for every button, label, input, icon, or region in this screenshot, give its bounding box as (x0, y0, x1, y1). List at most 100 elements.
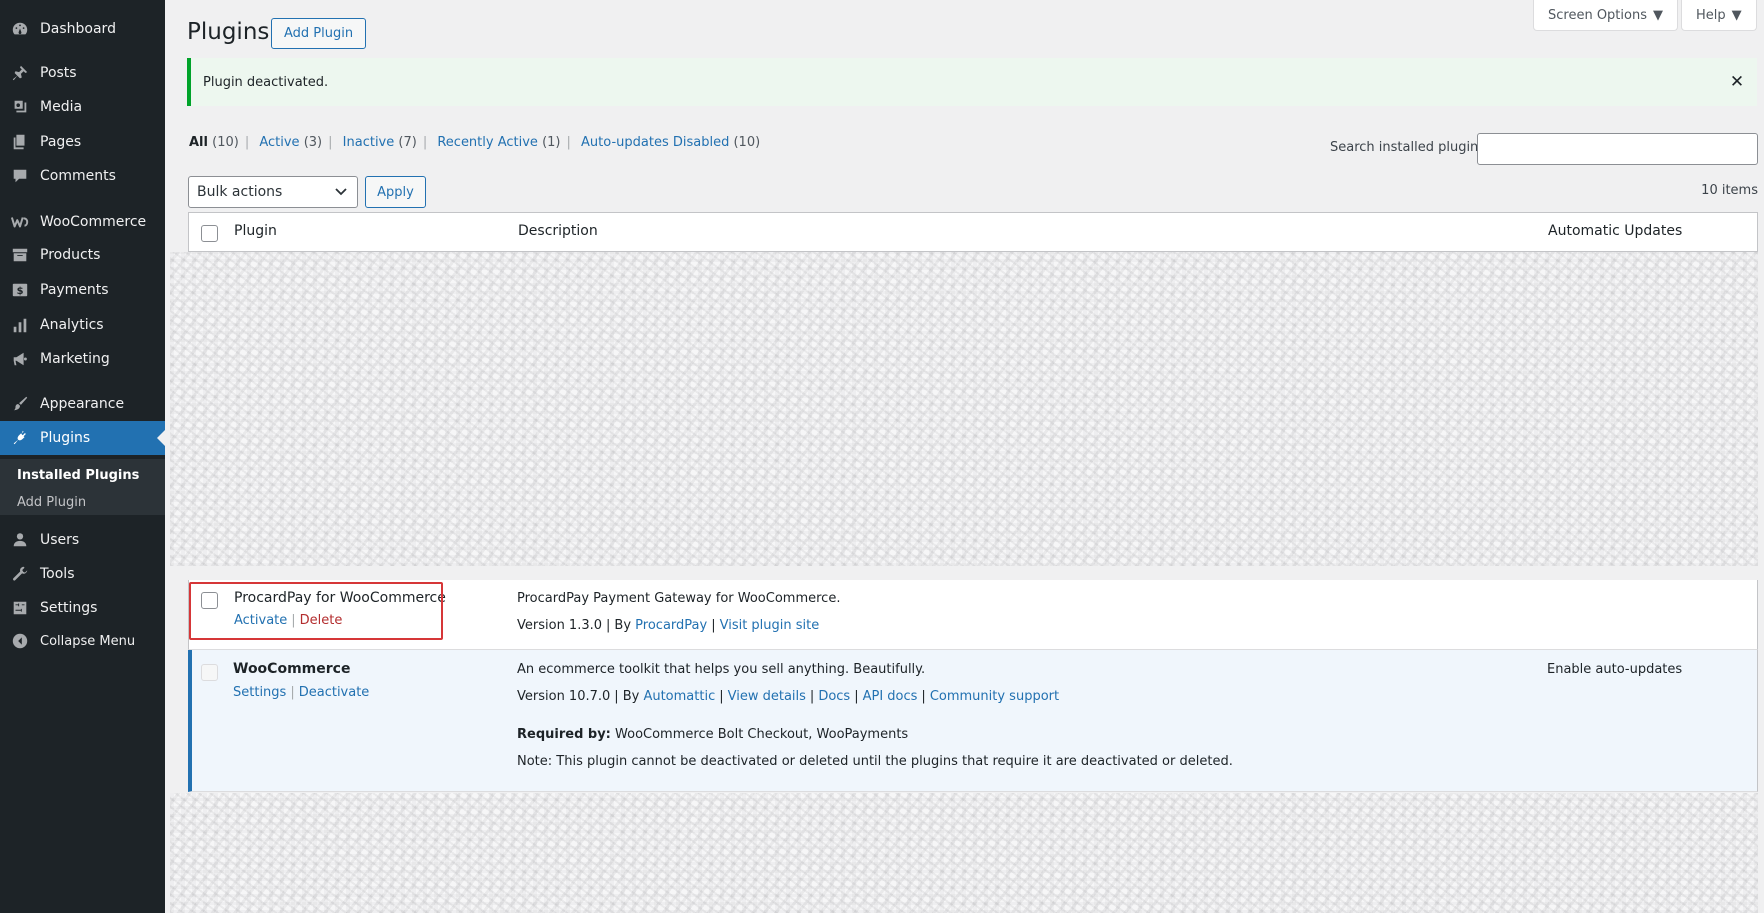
view-details-link[interactable]: View details (728, 689, 806, 704)
dependency-note: Note: This plugin cannot be deactivated … (517, 754, 1233, 769)
sidebar-item-comments[interactable]: Comments (0, 159, 165, 193)
pages-icon (0, 133, 40, 151)
bar-chart-icon (0, 316, 40, 334)
filter-count: (1) (542, 135, 561, 150)
filter-separator: | (422, 135, 428, 150)
collapse-menu-button[interactable]: Collapse Menu (0, 624, 165, 658)
version: Version 1.3.0 (517, 618, 603, 633)
help-button[interactable]: Help ▼ (1681, 0, 1757, 31)
dashboard-icon (0, 20, 40, 38)
pin-icon (0, 64, 40, 82)
plugin-description: ProcardPay Payment Gateway for WooCommer… (517, 591, 841, 606)
author-link[interactable]: Automattic (643, 689, 715, 704)
separator: | (614, 689, 619, 704)
community-support-link[interactable]: Community support (930, 689, 1059, 704)
select-all-checkbox[interactable] (201, 225, 218, 242)
sidebar-item-label: Tools (40, 566, 75, 582)
sidebar-item-label: Products (40, 247, 101, 263)
sidebar-item-label: Comments (40, 168, 116, 184)
activate-link[interactable]: Activate (234, 613, 287, 628)
sidebar-item-settings[interactable]: Settings (0, 591, 165, 625)
success-notice: Plugin deactivated. ✕ (187, 58, 1757, 106)
caret-down-icon: ▼ (1653, 7, 1663, 23)
notice-text: Plugin deactivated. (203, 74, 329, 90)
plugins-table-header: Plugin Description Automatic Updates (188, 212, 1758, 252)
sidebar-item-label: Settings (40, 600, 98, 616)
sliders-icon (0, 599, 40, 617)
caret-down-icon: ▼ (1731, 7, 1742, 23)
sidebar-item-woocommerce[interactable]: WooCommerce (0, 205, 165, 239)
comment-icon (0, 167, 40, 185)
filter-auto-updates-disabled[interactable]: Auto-updates Disabled (581, 135, 729, 150)
row-checkbox-disabled (201, 664, 218, 681)
user-icon (0, 531, 40, 549)
deactivate-link[interactable]: Deactivate (299, 685, 370, 700)
enable-auto-updates-link[interactable]: Enable auto-updates (1547, 662, 1682, 677)
filter-recently-active[interactable]: Recently Active (437, 135, 538, 150)
submenu-add-plugin[interactable]: Add Plugin (17, 495, 86, 510)
obscured-plugin-rows (170, 793, 1758, 913)
svg-text:$: $ (17, 286, 24, 297)
filter-separator: | (244, 135, 250, 150)
sidebar-item-products[interactable]: Products (0, 238, 165, 272)
separator: | (854, 689, 859, 704)
separator: | (606, 618, 611, 633)
media-icon (0, 98, 40, 116)
sidebar-item-marketing[interactable]: Marketing (0, 342, 165, 376)
column-automatic-updates: Automatic Updates (1548, 223, 1683, 239)
filter-separator: | (566, 135, 571, 150)
sidebar-item-appearance[interactable]: Appearance (0, 387, 165, 421)
table-row: WooCommerce Settings | Deactivate An ecomm… (188, 650, 1758, 792)
collapse-arrow-icon (0, 632, 40, 650)
sidebar-item-tools[interactable]: Tools (0, 557, 165, 591)
archive-icon (0, 246, 40, 264)
separator: | (719, 689, 724, 704)
separator: | (291, 613, 296, 628)
sidebar-item-media[interactable]: Media (0, 90, 165, 124)
brush-icon (0, 395, 40, 413)
plugin-version-author: Version 1.3.0 | By ProcardPay | Visit plugin… (517, 618, 819, 633)
sidebar-item-pages[interactable]: Pages (0, 125, 165, 159)
search-plugins-input[interactable] (1477, 133, 1758, 165)
by-label: By (622, 689, 640, 704)
sidebar-item-plugins[interactable]: Plugins (0, 421, 165, 455)
docs-link[interactable]: Docs (818, 689, 850, 704)
sidebar-item-payments[interactable]: $ Payments (0, 273, 165, 307)
sidebar-item-analytics[interactable]: Analytics (0, 308, 165, 342)
filter-all[interactable]: All (189, 135, 208, 150)
filter-count: (10) (733, 135, 761, 150)
author-link[interactable]: ProcardPay (635, 618, 707, 633)
plug-icon (0, 429, 40, 447)
filter-separator: | (328, 135, 333, 150)
add-plugin-button[interactable]: Add Plugin (271, 18, 367, 49)
delete-link[interactable]: Delete (300, 613, 343, 628)
sidebar-item-users[interactable]: Users (0, 523, 165, 557)
submenu-installed-plugins[interactable]: Installed Plugins (17, 468, 139, 483)
separator: | (290, 685, 295, 700)
sidebar-item-dashboard[interactable]: Dashboard (0, 12, 165, 46)
row-actions: Activate | Delete (234, 613, 342, 628)
api-docs-link[interactable]: API docs (863, 689, 918, 704)
close-icon[interactable]: ✕ (1727, 72, 1747, 92)
required-by: Required by: WooCommerce Bolt Checkout, … (517, 727, 908, 742)
obscured-plugin-rows (170, 252, 1758, 566)
sidebar-item-label: WooCommerce (40, 214, 147, 230)
plugins-submenu: Installed Plugins Add Plugin (0, 459, 165, 515)
sidebar-item-label: Payments (40, 282, 109, 298)
chevron-down-icon (335, 188, 347, 196)
row-checkbox[interactable] (201, 592, 218, 609)
dollar-icon: $ (0, 281, 40, 299)
sidebar-item-posts[interactable]: Posts (0, 56, 165, 90)
plugin-status-filters: All (10) | Active (3) | Inactive (7) | Rece… (189, 135, 760, 150)
filter-active[interactable]: Active (259, 135, 299, 150)
plugin-name: WooCommerce (233, 661, 351, 677)
wrench-icon (0, 565, 40, 583)
separator: | (809, 689, 815, 704)
settings-link[interactable]: Settings (233, 685, 286, 700)
bulk-actions-select[interactable]: Bulk actions (188, 176, 358, 208)
apply-button[interactable]: Apply (365, 176, 426, 208)
column-description: Description (518, 223, 598, 239)
visit-plugin-site-link[interactable]: Visit plugin site (720, 618, 820, 633)
filter-inactive[interactable]: Inactive (343, 135, 395, 150)
screen-options-button[interactable]: Screen Options ▼ (1533, 0, 1678, 31)
